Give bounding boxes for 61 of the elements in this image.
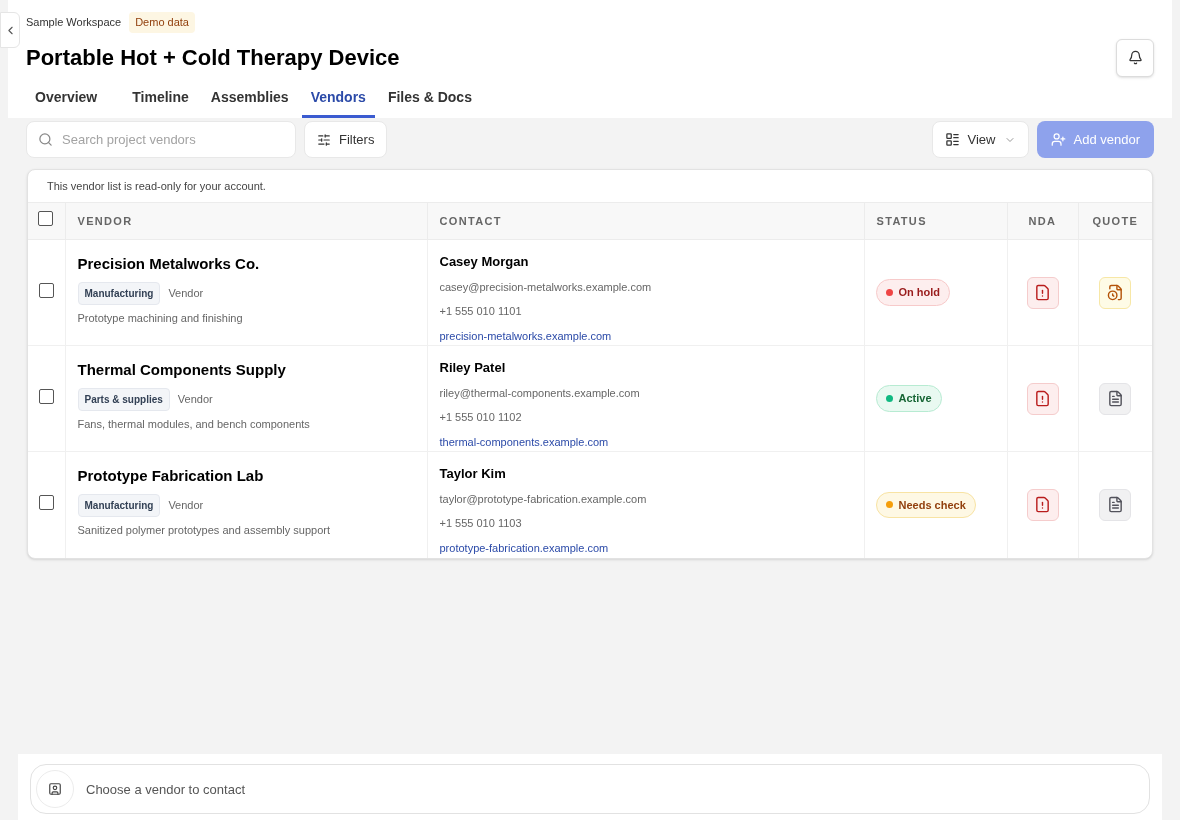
column-header: STATUS: [876, 214, 927, 227]
vendor-description: Sanitized polymer prototypes and assembly support: [77, 522, 332, 538]
contact-phone: +1 555 010 1102: [439, 410, 523, 425]
tab[interactable]: Assemblies: [201, 80, 298, 118]
checkbox[interactable]: [39, 494, 54, 510]
tab[interactable]: Overview: [26, 80, 107, 118]
user-plus-icon: [1050, 132, 1066, 147]
page-title: Portable Hot + Cold Therapy Device: [26, 44, 400, 72]
read-only-notice: This vendor list is read-only for your account.: [46, 178, 267, 194]
file-warning-icon[interactable]: [1026, 488, 1059, 521]
contact-name: Riley Patel: [439, 359, 507, 377]
search-icon: [38, 132, 53, 147]
checkbox[interactable]: [38, 211, 53, 226]
status-badge: Needs check: [875, 491, 976, 519]
column-header: VENDOR: [77, 214, 133, 227]
website-link[interactable]: prototype-fabrication.example.com: [439, 539, 864, 556]
contact-email: taylor@prototype-fabrication.example.com: [439, 491, 648, 507]
vendor-role: Vendor: [168, 285, 204, 301]
vendor-role: Vendor: [168, 497, 204, 513]
contact-name: Casey Morgan: [439, 253, 530, 271]
category-tag: Manufacturing: [77, 493, 161, 517]
column-header: CONTACT: [439, 214, 502, 227]
vendor-name: Prototype Fabrication Lab: [77, 466, 265, 486]
demo-badge: Demo data: [129, 12, 195, 33]
vendor-description: Fans, thermal modules, and bench components: [77, 416, 311, 432]
category-tag: Parts & supplies: [77, 387, 170, 411]
website-link[interactable]: thermal-components.example.com: [439, 433, 864, 450]
tab[interactable]: Files & Docs: [378, 80, 481, 118]
search-field[interactable]: Search project vendors: [26, 121, 296, 158]
notification-button[interactable]: [1116, 38, 1154, 77]
checkbox[interactable]: [39, 388, 54, 404]
filters-button[interactable]: Filters: [304, 121, 388, 158]
checkbox[interactable]: [39, 282, 54, 298]
list-layout-icon: [944, 132, 960, 147]
contact-phone: +1 555 010 1101: [439, 304, 523, 319]
column-header: QUOTE: [1092, 214, 1139, 227]
file-icon[interactable]: [1099, 382, 1132, 415]
view-button[interactable]: View: [931, 121, 1029, 158]
vendor-role: Vendor: [177, 391, 213, 407]
contact-vendor-field[interactable]: Choose a vendor to contact: [30, 764, 1150, 814]
tab[interactable]: Timeline: [123, 80, 198, 118]
contact-phone: +1 555 010 1103: [439, 516, 523, 531]
tab[interactable]: Vendors: [301, 80, 375, 118]
website-link[interactable]: precision-metalworks.example.com: [439, 327, 864, 344]
sliders-icon: [317, 132, 331, 147]
contact-name: Taylor Kim: [439, 465, 507, 483]
contact-email: riley@thermal-components.example.com: [439, 385, 641, 401]
file-clock-icon[interactable]: [1099, 276, 1132, 309]
vendor-name: Precision Metalworks Co.: [77, 254, 261, 274]
vendor-name: Thermal Components Supply: [77, 360, 287, 380]
file-warning-icon[interactable]: [1026, 276, 1059, 309]
status-badge: On hold: [875, 279, 951, 306]
workspace-name: Sample Workspace: [26, 15, 122, 30]
column-header: NDA: [1028, 214, 1057, 227]
category-tag: Manufacturing: [77, 281, 161, 305]
status-badge: Active: [875, 385, 942, 412]
file-warning-icon[interactable]: [1026, 382, 1059, 415]
bell-icon: [1127, 50, 1143, 65]
file-icon[interactable]: [1099, 488, 1132, 521]
contact-email: casey@precision-metalworks.example.com: [439, 279, 653, 295]
vendor-description: Prototype machining and finishing: [77, 310, 244, 326]
